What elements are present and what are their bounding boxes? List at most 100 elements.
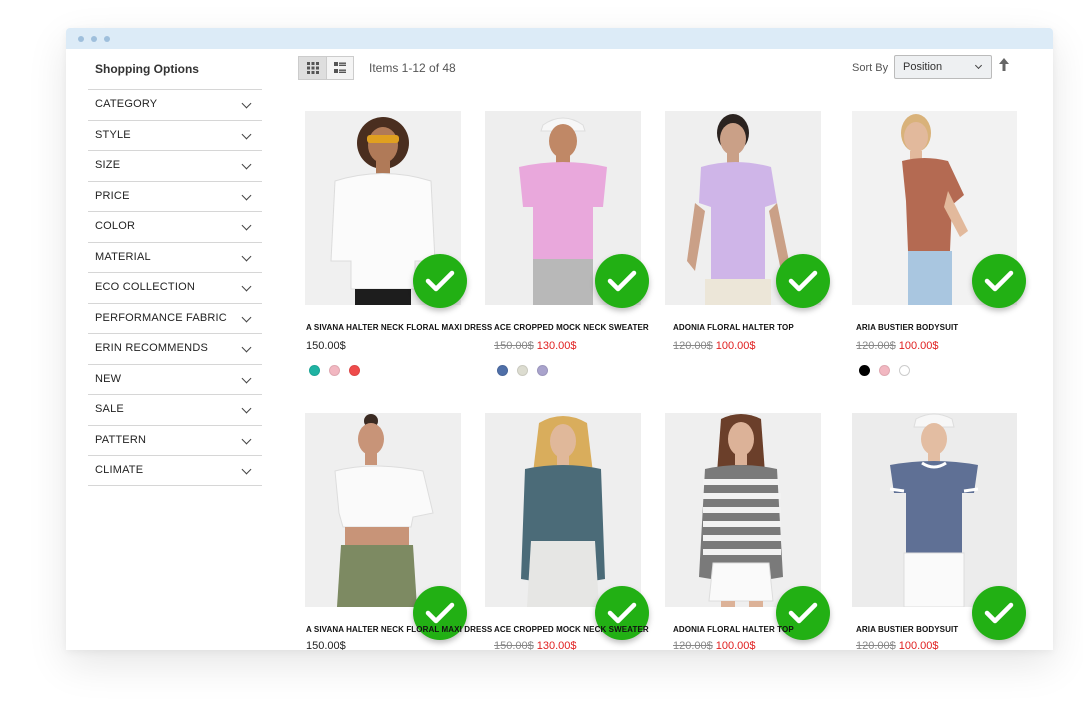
product-name[interactable]: ADONIA FLORAL HALTER TOP [673, 625, 794, 634]
check-circle-icon [972, 586, 1026, 640]
product-card[interactable]: ADONIA FLORAL HALTER TOP 120.00$ 100.00$ [665, 111, 830, 352]
browser-window: Shopping Options CATEGORY STYLE SIZE PRI… [66, 28, 1053, 650]
sale-price: 100.00$ [715, 640, 756, 650]
check-circle-icon [595, 254, 649, 308]
filter-label: COLOR [95, 220, 136, 232]
filter-label: ERIN RECOMMENDS [95, 342, 209, 354]
product-name[interactable]: ARIA BUSTIER BODYSUIT [856, 323, 958, 332]
sale-price: 130.00$ [536, 640, 577, 650]
regular-price: 150.00$ [306, 340, 346, 352]
chevron-down-icon [241, 129, 252, 139]
filter-style[interactable]: STYLE [88, 119, 262, 151]
old-price: 150.00$ [494, 640, 534, 650]
chevron-down-icon [241, 434, 252, 444]
filter-pattern[interactable]: PATTERN [88, 424, 262, 456]
chevron-down-icon [974, 61, 983, 70]
product-card[interactable]: A SIVANA HALTER NECK FLORAL MAXI DRESS 1… [305, 413, 492, 650]
color-swatches [859, 365, 910, 376]
filter-category[interactable]: CATEGORY [88, 89, 262, 120]
product-photo [665, 413, 821, 607]
sort-by-label: Sort By [852, 62, 889, 74]
chevron-down-icon [241, 373, 252, 383]
chevron-down-icon [241, 464, 252, 475]
list-view-button[interactable] [326, 57, 353, 79]
color-swatch[interactable] [899, 365, 910, 376]
checkmark-icon [788, 602, 818, 624]
product-name[interactable]: ADONIA FLORAL HALTER TOP [673, 323, 794, 332]
product-card[interactable]: ARIA BUSTIER BODYSUIT 120.00$ 100.00$ [852, 111, 1026, 376]
product-image[interactable] [665, 413, 821, 607]
items-count: Items 1-12 of 48 [369, 61, 456, 75]
window-dot-icon [91, 36, 97, 42]
product-price: 150.00$ [306, 340, 346, 352]
color-swatches [309, 365, 360, 376]
product-card[interactable]: A SIVANA HALTER NECK FLORAL MAXI DRESS 1… [305, 111, 492, 376]
product-price: 120.00$ 100.00$ [856, 640, 939, 650]
sale-price: 100.00$ [898, 340, 939, 352]
filter-climate[interactable]: CLIMATE [88, 455, 262, 486]
filter-list: CATEGORY STYLE SIZE PRICE COLOR MATERIAL… [88, 89, 262, 486]
old-price: 120.00$ [856, 340, 896, 352]
filter-new[interactable]: NEW [88, 363, 262, 395]
product-name[interactable]: A SIVANA HALTER NECK FLORAL MAXI DRESS [306, 323, 492, 332]
filter-label: PERFORMANCE FABRIC [95, 311, 227, 324]
chevron-down-icon [241, 403, 252, 414]
filter-color[interactable]: COLOR [88, 211, 262, 242]
product-card[interactable]: ACE CROPPED MOCK NECK SWEATER 150.00$ 130… [485, 111, 649, 376]
filter-erin-recommends[interactable]: ERIN RECOMMENDS [88, 333, 262, 364]
color-swatch[interactable] [859, 365, 870, 376]
color-swatch[interactable] [329, 365, 340, 376]
filter-eco-collection[interactable]: ECO COLLECTION [88, 272, 262, 303]
check-circle-icon [972, 254, 1026, 308]
filter-label: PATTERN [95, 433, 147, 446]
product-price: 150.00$ 130.00$ [494, 640, 577, 650]
filter-price[interactable]: PRICE [88, 180, 262, 212]
color-swatch[interactable] [349, 365, 360, 376]
product-name[interactable]: ACE CROPPED MOCK NECK SWEATER [494, 625, 649, 634]
filter-size[interactable]: SIZE [88, 150, 262, 181]
list-icon [334, 62, 346, 73]
checkmark-icon [607, 270, 637, 292]
filter-label: CLIMATE [95, 464, 144, 476]
checkmark-icon [984, 602, 1014, 624]
chevron-down-icon [241, 312, 252, 322]
sale-price: 130.00$ [536, 340, 577, 352]
product-card[interactable]: ACE CROPPED MOCK NECK SWEATER 150.00$ 130… [485, 413, 649, 650]
filter-performance-fabric[interactable]: PERFORMANCE FABRIC [88, 302, 262, 334]
filter-label: PRICE [95, 189, 130, 202]
product-image[interactable] [852, 413, 1017, 607]
filter-label: MATERIAL [95, 250, 151, 263]
product-photo [485, 413, 641, 607]
filter-label: NEW [95, 372, 122, 385]
regular-price: 150.00$ [306, 640, 346, 650]
filter-sale[interactable]: SALE [88, 394, 262, 425]
product-card[interactable]: ADONIA FLORAL HALTER TOP 120.00$ 100.00$ [665, 413, 830, 650]
sort-direction-arrow-icon[interactable] [999, 58, 1009, 72]
product-name[interactable]: ACE CROPPED MOCK NECK SWEATER [494, 323, 649, 332]
check-circle-icon [776, 254, 830, 308]
chevron-down-icon [241, 190, 252, 200]
color-swatch[interactable] [517, 365, 528, 376]
check-circle-icon [413, 254, 467, 308]
checkmark-icon [788, 270, 818, 292]
checkmark-icon [425, 602, 455, 624]
product-image[interactable] [485, 413, 641, 607]
product-image[interactable] [305, 413, 461, 607]
filter-label: SIZE [95, 159, 121, 171]
filter-material[interactable]: MATERIAL [88, 241, 262, 273]
old-price: 150.00$ [494, 340, 534, 352]
product-name[interactable]: ARIA BUSTIER BODYSUIT [856, 625, 958, 634]
color-swatch[interactable] [879, 365, 890, 376]
sort-by-select[interactable]: Position [894, 55, 992, 79]
color-swatch[interactable] [497, 365, 508, 376]
filter-label: SALE [95, 403, 124, 415]
chevron-down-icon [241, 281, 252, 292]
product-price: 120.00$ 100.00$ [856, 340, 939, 352]
filter-label: CATEGORY [95, 98, 158, 110]
grid-view-button[interactable] [299, 57, 326, 79]
sale-price: 100.00$ [898, 640, 939, 650]
color-swatch[interactable] [537, 365, 548, 376]
product-name[interactable]: A SIVANA HALTER NECK FLORAL MAXI DRESS [306, 625, 492, 634]
color-swatch[interactable] [309, 365, 320, 376]
product-card[interactable]: ARIA BUSTIER BODYSUIT 120.00$ 100.00$ [852, 413, 1026, 650]
